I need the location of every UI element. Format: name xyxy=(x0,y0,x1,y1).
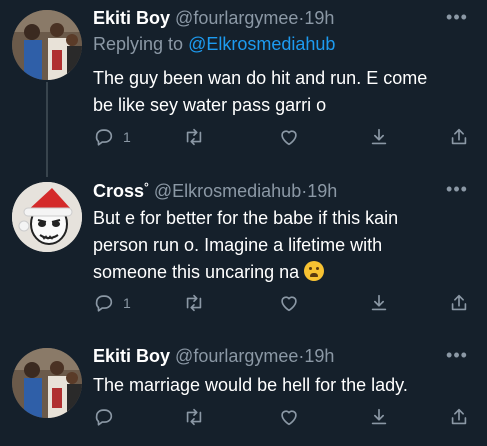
text-line: person run o. Imagine a lifetime with xyxy=(93,235,383,255)
reply-icon xyxy=(95,129,113,146)
bookmark-button[interactable] xyxy=(368,290,390,316)
bookmark-icon xyxy=(371,294,387,311)
bookmark-button[interactable] xyxy=(368,124,390,150)
text-line: someone this uncaring na xyxy=(93,259,467,286)
like-icon xyxy=(281,130,297,146)
timestamp[interactable]: 19h xyxy=(307,181,337,201)
display-name[interactable]: Ekiti Boy xyxy=(93,8,170,28)
retweet-button[interactable] xyxy=(183,290,205,316)
display-name[interactable]: Ekiti Boy xyxy=(93,346,170,366)
display-name[interactable]: Cross° xyxy=(93,180,149,201)
bookmark-icon xyxy=(371,408,387,425)
action-bar xyxy=(93,404,473,430)
crowd-photo-avatar xyxy=(12,10,82,80)
reply-count: 1 xyxy=(123,295,131,311)
timestamp[interactable]: 19h xyxy=(304,346,334,366)
display-name-text: Cross xyxy=(93,181,145,201)
replying-to: Replying to @Elkrosmediahub xyxy=(93,34,335,55)
reply-icon xyxy=(95,409,113,426)
bookmark-icon xyxy=(371,128,387,145)
replying-to-label: Replying to xyxy=(93,34,189,54)
like-icon xyxy=(281,296,297,312)
tweet-header: Ekiti Boy @fourlargymee·19h xyxy=(93,8,439,32)
share-button[interactable] xyxy=(448,404,470,430)
mention-link[interactable]: @Elkrosmediahub xyxy=(188,34,335,54)
santa-hat-cartoon-avatar xyxy=(12,182,82,252)
retweet-button[interactable] xyxy=(183,404,205,430)
text-line: But e for better for the babe if this ka… xyxy=(93,208,399,228)
more-options-icon[interactable]: ••• xyxy=(445,180,469,202)
tweet-header: Ekiti Boy @fourlargymee·19h xyxy=(93,346,439,370)
tweet-header: Cross° @Elkrosmediahub·19h xyxy=(93,180,439,204)
action-bar: 1 xyxy=(93,290,473,316)
like-button[interactable] xyxy=(278,124,300,150)
tweet-text: The guy been wan do hit and run. E come … xyxy=(93,65,467,119)
weary-face-emoji xyxy=(304,261,325,281)
username[interactable]: @fourlargymee xyxy=(175,346,298,366)
retweet-button[interactable] xyxy=(183,124,205,150)
share-button[interactable] xyxy=(448,290,470,316)
text-line: be like sey water pass garri o xyxy=(93,95,327,115)
share-button[interactable] xyxy=(448,124,470,150)
reply-count: 1 xyxy=(123,129,131,145)
retweet-icon xyxy=(186,408,202,426)
text-line: The guy been wan do hit and run. E come xyxy=(93,68,428,88)
reply-button[interactable]: 1 xyxy=(93,290,131,316)
share-icon xyxy=(451,408,467,425)
timestamp[interactable]: 19h xyxy=(304,8,334,28)
like-icon xyxy=(281,410,297,426)
username[interactable]: @Elkrosmediahub xyxy=(154,181,301,201)
more-options-icon[interactable]: ••• xyxy=(445,8,469,30)
reply-icon xyxy=(95,295,113,312)
bookmark-button[interactable] xyxy=(368,404,390,430)
like-button[interactable] xyxy=(278,290,300,316)
tweet-3[interactable]: Ekiti Boy @fourlargymee·19h ••• The marr… xyxy=(0,338,487,446)
name-suffix: ° xyxy=(144,180,149,194)
tweet-text: The marriage would be hell for the lady. xyxy=(93,372,467,399)
username[interactable]: @fourlargymee xyxy=(175,8,298,28)
action-bar: 1 xyxy=(93,124,473,150)
avatar[interactable] xyxy=(12,182,82,252)
tweet-text: But e for better for the babe if this ka… xyxy=(93,205,467,286)
more-options-icon[interactable]: ••• xyxy=(445,346,469,368)
tweet-1[interactable]: Ekiti Boy @fourlargymee·19h ••• Replying… xyxy=(0,0,487,165)
reply-button[interactable] xyxy=(93,404,123,430)
retweet-icon xyxy=(186,294,202,312)
reply-button[interactable]: 1 xyxy=(93,124,131,150)
avatar[interactable] xyxy=(12,10,82,80)
crowd-photo-avatar xyxy=(12,348,82,418)
like-button[interactable] xyxy=(278,404,300,430)
text-line: The marriage would be hell for the lady. xyxy=(93,375,408,395)
retweet-icon xyxy=(186,128,202,146)
avatar[interactable] xyxy=(12,348,82,418)
share-icon xyxy=(451,128,467,145)
share-icon xyxy=(451,294,467,311)
tweet-2[interactable]: Cross° @Elkrosmediahub·19h ••• But e for… xyxy=(0,170,487,330)
text-line-content: someone this uncaring na xyxy=(93,262,300,282)
